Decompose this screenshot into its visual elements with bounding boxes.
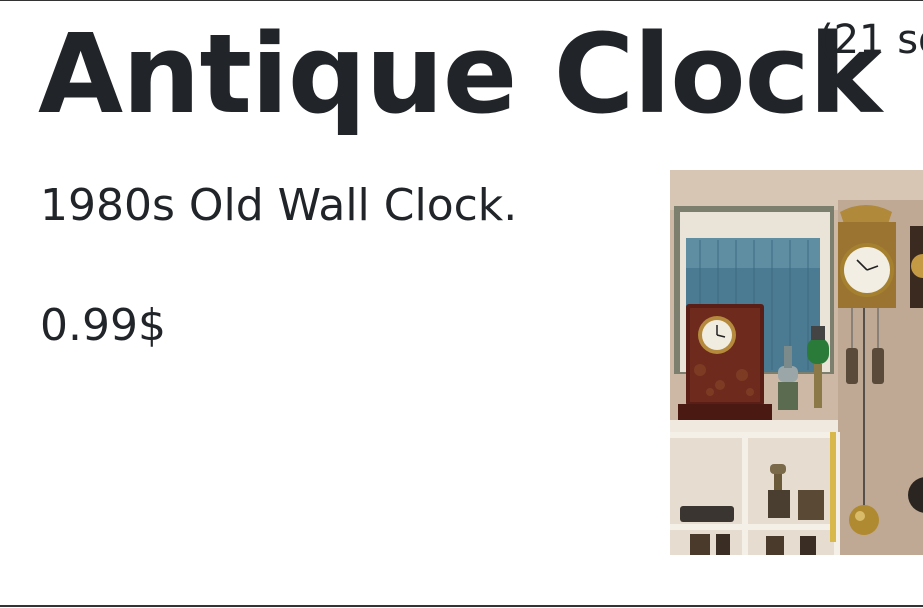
product-title: Antique Clock	[38, 10, 882, 138]
bottom-divider	[0, 605, 923, 607]
product-description: 1980s Old Wall Clock.	[40, 180, 518, 231]
sold-count: (21 so	[818, 17, 923, 63]
product-image	[670, 170, 923, 555]
top-divider	[0, 0, 923, 1]
product-price: 0.99$	[40, 300, 166, 351]
